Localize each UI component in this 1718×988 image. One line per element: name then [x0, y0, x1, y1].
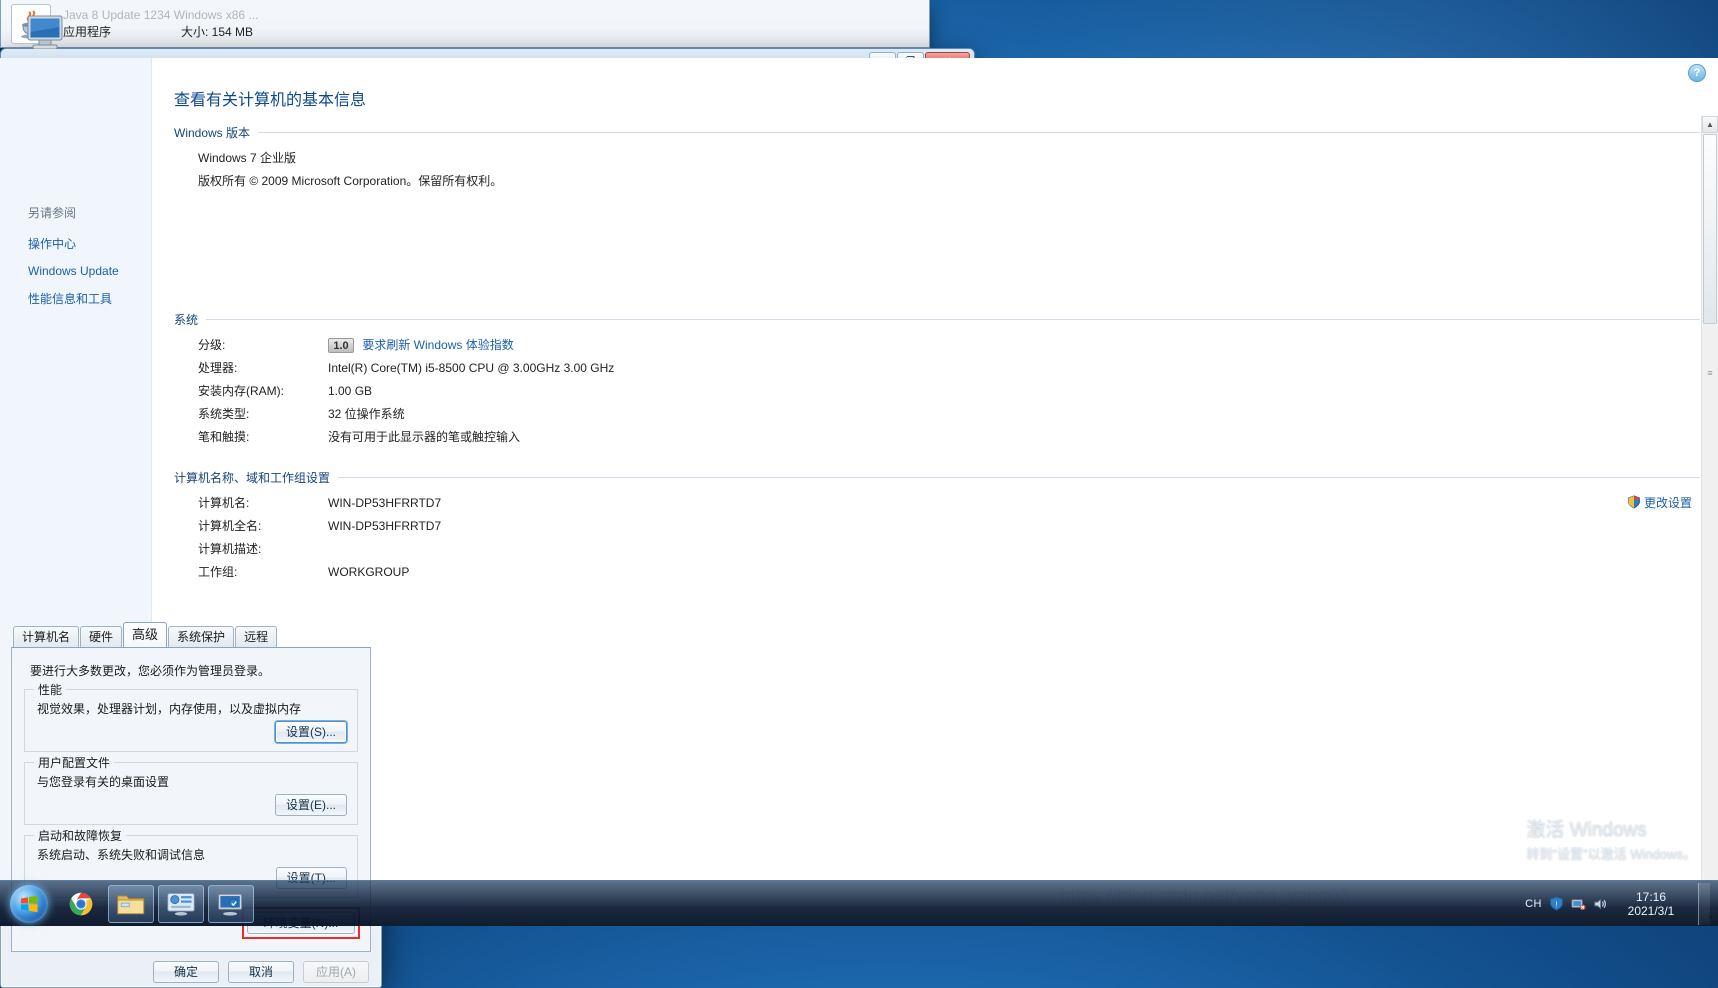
action-center-icon[interactable]: ! [1549, 896, 1564, 911]
computer-row-name: 计算机名: WIN-DP53HFRRTD7 更改设置 [198, 495, 1692, 510]
system-row-pen-touch: 笔和触摸: 没有可用于此显示器的笔或触控输入 [198, 430, 521, 444]
system-row-ram: 安装内存(RAM): 1.00 GB [198, 384, 373, 398]
clock-time: 17:16 [1635, 889, 1667, 904]
watermark-line1: 激活 Windows [1526, 819, 1647, 840]
windows-edition-heading: Windows 版本 [174, 124, 1700, 141]
control-panel-body: 另请参阅 操作中心 Windows Update 性能信息和工具 ? 查看有关计… [0, 58, 1718, 926]
control-panel-main: ? 查看有关计算机的基本信息 Windows 版本 Windows 7 企业版 … [152, 58, 1718, 926]
svg-text:!: ! [1555, 899, 1557, 908]
show-desktop-button[interactable] [1698, 882, 1710, 925]
performance-legend: 性能 [34, 681, 67, 698]
windows-edition-line: Windows 7 企业版 [198, 151, 297, 165]
cancel-button[interactable]: 取消 [228, 961, 294, 983]
user-profiles-settings-button[interactable]: 设置(E)... [275, 794, 347, 816]
user-profiles-description: 与您登录有关的桌面设置 [37, 775, 170, 789]
folder-icon [117, 895, 145, 914]
computer-row-description: 计算机描述: [198, 542, 262, 556]
system-row-rating: 分级: 1.0 要求刷新 Windows 体验指数 [198, 338, 514, 354]
user-profiles-group: 用户配置文件 与您登录有关的桌面设置 设置(E)... [24, 754, 358, 825]
ok-button[interactable]: 确定 [153, 961, 219, 983]
tab-system-protection[interactable]: 系统保护 [168, 626, 235, 647]
taskbar-item-system-properties[interactable] [208, 884, 254, 923]
dialog-footer: 确定 取消 应用(A) [1, 952, 381, 983]
chrome-icon [69, 892, 93, 915]
performance-group: 性能 视觉效果，处理器计划，内存使用，以及虚拟内存 设置(S)... [24, 681, 358, 752]
tab-hardware[interactable]: 硬件 [80, 626, 123, 647]
refresh-experience-index-link[interactable]: 要求刷新 Windows 体验指数 [362, 338, 513, 352]
user-profiles-legend: 用户配置文件 [34, 754, 115, 771]
system-properties-icon [218, 893, 243, 915]
java-setup-window[interactable]: Java 8 Update 1234 Windows x86 ... 应用程序 … [0, 0, 930, 48]
computer-row-fullname: 计算机全名: WIN-DP53HFRRTD7 [198, 519, 442, 533]
sidebar-item-action-center[interactable]: 操作中心 [0, 229, 151, 258]
taskbar-item-explorer[interactable] [108, 884, 154, 923]
windows-logo-icon [10, 884, 48, 923]
taskbar-item-chrome[interactable] [58, 885, 104, 923]
sidebar-heading: 另请参阅 [28, 206, 77, 220]
tab-computer-name[interactable]: 计算机名 [13, 626, 80, 647]
system-properties-dialog[interactable]: 系统属性 ✕ 计算机名 硬件 高级 系统保护 远程 要进行大多数更改，您必须作为… [0, 591, 382, 988]
control-panel-sidebar: 另请参阅 操作中心 Windows Update 性能信息和工具 [0, 58, 152, 926]
startup-recovery-legend: 启动和故障恢复 [34, 827, 127, 844]
experience-index-badge: 1.0 [328, 338, 354, 354]
system-row-type: 系统类型: 32 位操作系统 [198, 407, 405, 421]
taskbar: CH ! 17:16 2021/3/1 [0, 880, 1718, 926]
computer-row-workgroup: 工作组: WORKGROUP [198, 565, 410, 579]
java-size-label: 大小: 154 MB [181, 24, 254, 39]
sidebar-item-performance-tools[interactable]: 性能信息和工具 [0, 284, 151, 313]
page-title: 查看有关计算机的基本信息 [174, 92, 367, 109]
clock[interactable]: 17:16 2021/3/1 [1615, 890, 1687, 918]
control-panel-system-window[interactable]: — ❐ ✕ ▸ 系统 ▾ ↻ 搜索控制面板 另请参阅 操作中心 Windows … [0, 48, 1718, 926]
startup-recovery-description: 系统启动、系统失败和调试信息 [37, 848, 206, 862]
taskbar-item-control-panel[interactable] [158, 884, 204, 923]
performance-description: 视觉效果，处理器计划，内存使用，以及虚拟内存 [37, 702, 302, 716]
performance-settings-button[interactable]: 设置(S)... [275, 721, 347, 743]
system-tray: CH ! 17:16 2021/3/1 [1525, 882, 1718, 925]
java-top-line: Java 8 Update 1234 Windows x86 ... [63, 7, 259, 22]
clock-date: 2021/3/1 [1627, 903, 1675, 918]
admin-note: 要进行大多数更改，您必须作为管理员登录。 [30, 664, 271, 678]
system-section-heading: 系统 [174, 311, 1700, 328]
volume-icon[interactable] [1593, 897, 1608, 911]
windows-copyright-line: 版权所有 © 2009 Microsoft Corporation。保留所有权利… [198, 174, 503, 188]
activate-windows-watermark: 激活 Windows 转到"设置"以激活 Windows。 [1526, 814, 1696, 862]
dialog-tabs: 计算机名 硬件 高级 系统保护 远程 [1, 618, 381, 647]
computer-name-section-heading: 计算机名称、域和工作组设置 [174, 469, 1700, 486]
tab-remote[interactable]: 远程 [235, 626, 278, 647]
apply-button: 应用(A) [303, 961, 369, 983]
start-button[interactable] [2, 883, 56, 925]
control-panel-icon [167, 892, 195, 915]
input-method-indicator[interactable]: CH [1525, 898, 1542, 910]
tab-advanced[interactable]: 高级 [123, 622, 168, 647]
network-icon[interactable] [1571, 897, 1586, 911]
system-row-processor: 处理器: Intel(R) Core(TM) i5-8500 CPU @ 3.0… [198, 361, 615, 375]
sidebar-item-windows-update[interactable]: Windows Update [0, 258, 151, 284]
watermark-line2: 转到"设置"以激活 Windows。 [1526, 846, 1696, 861]
